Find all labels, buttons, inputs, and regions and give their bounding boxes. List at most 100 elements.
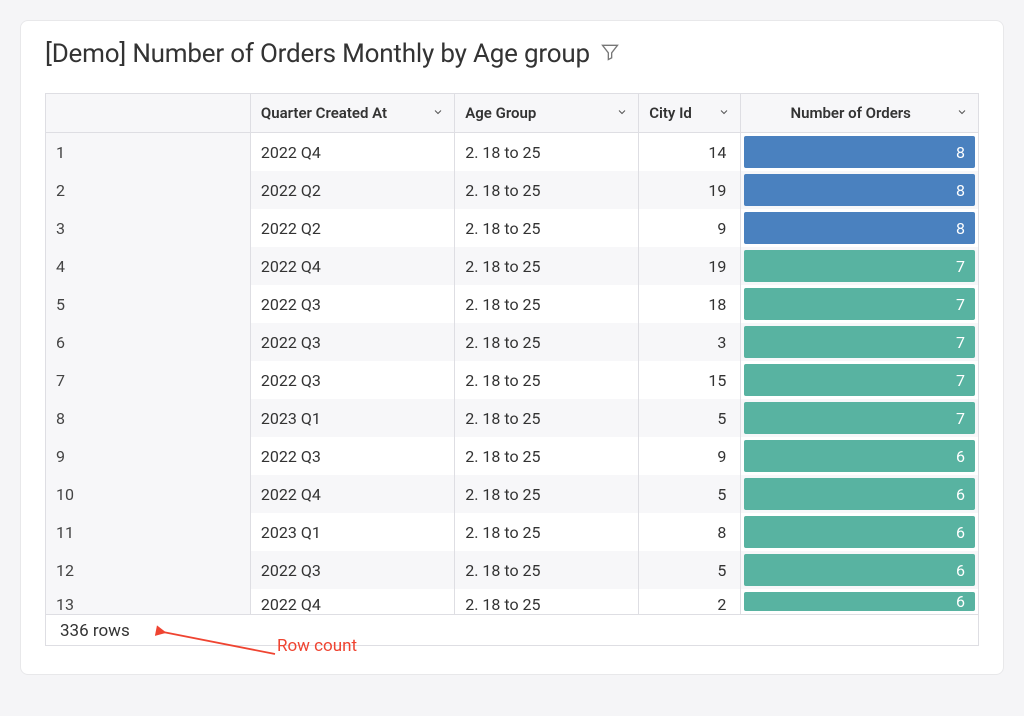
age-group-cell: 2. 18 to 25	[455, 133, 639, 172]
age-group-cell: 2. 18 to 25	[455, 513, 639, 551]
table-row[interactable]: 42022 Q42. 18 to 25197	[46, 247, 978, 285]
city-id-cell: 9	[639, 209, 741, 247]
row-index-cell: 4	[46, 247, 250, 285]
table-row[interactable]: 102022 Q42. 18 to 2556	[46, 475, 978, 513]
age-group-cell: 2. 18 to 25	[455, 209, 639, 247]
city-id-cell: 3	[639, 323, 741, 361]
age-group-cell: 2. 18 to 25	[455, 171, 639, 209]
quarter-cell: 2022 Q3	[250, 437, 454, 475]
value-bar: 6	[744, 554, 975, 586]
value-bar: 6	[744, 478, 975, 510]
city-id-cell: 19	[639, 247, 741, 285]
table-row[interactable]: 122022 Q32. 18 to 2556	[46, 551, 978, 589]
city-id-cell: 5	[639, 475, 741, 513]
row-index-cell: 10	[46, 475, 250, 513]
row-index-cell: 7	[46, 361, 250, 399]
value-bar: 6	[744, 516, 975, 548]
value-bar: 8	[744, 174, 975, 206]
num-orders-cell: 6	[741, 513, 978, 551]
table-row[interactable]: 92022 Q32. 18 to 2596	[46, 437, 978, 475]
value-bar: 7	[744, 364, 975, 396]
title-row: [Demo] Number of Orders Monthly by Age g…	[45, 39, 979, 69]
city-id-cell: 15	[639, 361, 741, 399]
quarter-cell: 2022 Q3	[250, 323, 454, 361]
row-index-cell: 5	[46, 285, 250, 323]
value-bar: 7	[744, 326, 975, 358]
value-bar: 8	[744, 136, 975, 168]
quarter-cell: 2022 Q4	[250, 475, 454, 513]
col-header-num-orders[interactable]: Number of Orders	[741, 94, 978, 133]
city-id-cell: 5	[639, 399, 741, 437]
col-label-city-id: City Id	[649, 104, 692, 122]
age-group-cell: 2. 18 to 25	[455, 475, 639, 513]
row-count-label: 336 rows	[60, 621, 130, 641]
value-bar: 6	[744, 440, 975, 472]
filter-icon[interactable]	[600, 42, 620, 66]
num-orders-cell: 6	[741, 551, 978, 589]
col-header-age-group[interactable]: Age Group	[455, 94, 639, 133]
table-row[interactable]: 22022 Q22. 18 to 25198	[46, 171, 978, 209]
row-index-cell: 12	[46, 551, 250, 589]
num-orders-cell: 6	[741, 589, 978, 614]
value-bar: 7	[744, 288, 975, 320]
col-label-quarter: Quarter Created At	[261, 104, 387, 122]
value-bar: 7	[744, 402, 975, 434]
data-table: Quarter Created At Age Group City Id	[46, 94, 978, 614]
row-index-cell: 13	[46, 589, 250, 614]
table-wrap: Quarter Created At Age Group City Id	[45, 93, 979, 646]
arrow-icon	[155, 624, 285, 664]
age-group-cell: 2. 18 to 25	[455, 323, 639, 361]
table-row[interactable]: 72022 Q32. 18 to 25157	[46, 361, 978, 399]
table-body: 12022 Q42. 18 to 2514822022 Q22. 18 to 2…	[46, 133, 978, 615]
row-index-cell: 9	[46, 437, 250, 475]
city-id-cell: 18	[639, 285, 741, 323]
table-row[interactable]: 112023 Q12. 18 to 2586	[46, 513, 978, 551]
col-header-quarter[interactable]: Quarter Created At	[250, 94, 454, 133]
col-header-city-id[interactable]: City Id	[639, 94, 741, 133]
quarter-cell: 2022 Q4	[250, 133, 454, 172]
value-bar: 8	[744, 212, 975, 244]
header-row: Quarter Created At Age Group City Id	[46, 94, 978, 133]
chevron-down-icon[interactable]	[432, 104, 444, 122]
row-index-cell: 2	[46, 171, 250, 209]
city-id-cell: 9	[639, 437, 741, 475]
table-row[interactable]: 62022 Q32. 18 to 2537	[46, 323, 978, 361]
age-group-cell: 2. 18 to 25	[455, 247, 639, 285]
table-row[interactable]: 12022 Q42. 18 to 25148	[46, 133, 978, 172]
chevron-down-icon[interactable]	[718, 104, 730, 122]
table-row[interactable]: 52022 Q32. 18 to 25187	[46, 285, 978, 323]
city-id-cell: 8	[639, 513, 741, 551]
quarter-cell: 2023 Q1	[250, 513, 454, 551]
quarter-cell: 2022 Q2	[250, 209, 454, 247]
chevron-down-icon[interactable]	[956, 104, 968, 122]
table-row[interactable]: 132022 Q42. 18 to 2526	[46, 589, 978, 614]
report-title: [Demo] Number of Orders Monthly by Age g…	[45, 39, 590, 69]
chevron-down-icon[interactable]	[616, 104, 628, 122]
quarter-cell: 2022 Q3	[250, 551, 454, 589]
row-index-cell: 8	[46, 399, 250, 437]
quarter-cell: 2022 Q3	[250, 361, 454, 399]
num-orders-cell: 6	[741, 475, 978, 513]
num-orders-cell: 7	[741, 247, 978, 285]
quarter-cell: 2023 Q1	[250, 399, 454, 437]
age-group-cell: 2. 18 to 25	[455, 589, 639, 614]
quarter-cell: 2022 Q4	[250, 247, 454, 285]
age-group-cell: 2. 18 to 25	[455, 399, 639, 437]
city-id-cell: 14	[639, 133, 741, 172]
num-orders-cell: 6	[741, 437, 978, 475]
value-bar: 6	[744, 592, 975, 611]
table-row[interactable]: 82023 Q12. 18 to 2557	[46, 399, 978, 437]
num-orders-cell: 8	[741, 171, 978, 209]
num-orders-cell: 7	[741, 323, 978, 361]
col-label-num-orders: Number of Orders	[751, 104, 950, 122]
city-id-cell: 5	[639, 551, 741, 589]
table-row[interactable]: 32022 Q22. 18 to 2598	[46, 209, 978, 247]
row-index-cell: 1	[46, 133, 250, 172]
row-index-cell: 6	[46, 323, 250, 361]
num-orders-cell: 7	[741, 285, 978, 323]
row-index-cell: 11	[46, 513, 250, 551]
num-orders-cell: 7	[741, 361, 978, 399]
num-orders-cell: 8	[741, 209, 978, 247]
report-card: [Demo] Number of Orders Monthly by Age g…	[20, 20, 1004, 675]
age-group-cell: 2. 18 to 25	[455, 551, 639, 589]
